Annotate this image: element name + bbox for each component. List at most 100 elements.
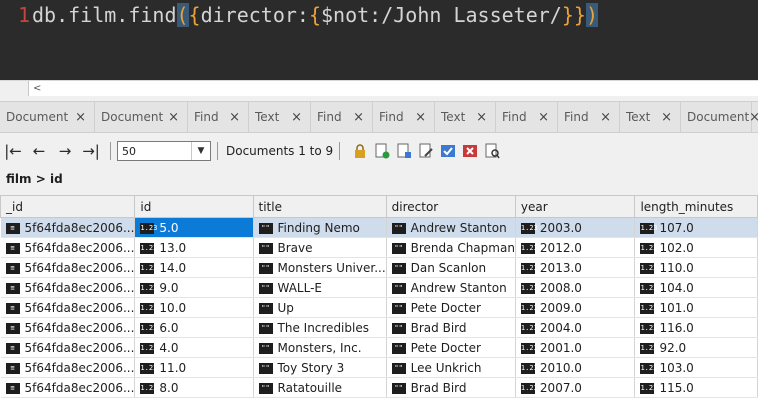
cell--id[interactable]: ≡ 5f64fda8ec2006...: [0, 357, 136, 378]
cell-year[interactable]: 1.23 2010.0: [515, 357, 636, 378]
tab-document[interactable]: Document ×: [681, 102, 758, 132]
discard-changes-icon[interactable]: [462, 143, 478, 159]
cell-year[interactable]: 1.23 2001.0: [515, 337, 636, 358]
close-icon[interactable]: ×: [415, 110, 426, 125]
table-row[interactable]: ≡ 5f64fda8ec2006... 1.23 13.0 "" Brave "" Brend…: [0, 237, 758, 258]
cell-title[interactable]: "" Monsters Univer...: [253, 257, 387, 278]
cell-director[interactable]: "" Brad Bird: [386, 377, 516, 398]
cell-director[interactable]: "" Pete Docter: [386, 337, 516, 358]
cell-year[interactable]: 1.23 2009.0: [515, 297, 636, 318]
close-icon[interactable]: ×: [476, 110, 487, 125]
cell-id[interactable]: 1.23 9.0: [134, 277, 254, 298]
cell-year[interactable]: 1.23 2004.0: [515, 317, 636, 338]
breadcrumb-field[interactable]: id: [50, 172, 63, 186]
next-page-button[interactable]: →: [52, 142, 78, 160]
add-document-icon[interactable]: [374, 143, 390, 159]
close-icon[interactable]: ×: [749, 110, 758, 125]
table-row[interactable]: ≡ 5f64fda8ec2006... 1.23 6.0 "" The Incredibl…: [0, 317, 758, 338]
close-icon[interactable]: ×: [661, 110, 672, 125]
column-header-title[interactable]: title: [252, 195, 387, 218]
cell-title[interactable]: "" Ratatouille: [253, 377, 387, 398]
cell--id[interactable]: ≡ 5f64fda8ec2006...: [0, 237, 136, 258]
page-size-select[interactable]: 50 ▼: [117, 141, 211, 161]
close-icon[interactable]: ×: [538, 110, 549, 125]
cell-director[interactable]: "" Brenda Chapman: [386, 237, 516, 258]
cell-id[interactable]: 1.23 14.0: [134, 257, 254, 278]
cell-id[interactable]: 1.23 11.0: [134, 357, 254, 378]
chevron-down-icon[interactable]: ▼: [191, 142, 210, 160]
column-header-length-minutes[interactable]: length_minutes: [634, 195, 758, 218]
table-row[interactable]: ≡ 5f64fda8ec2006... 1.23 5.0 "" Finding Nemo "…: [0, 217, 758, 238]
cell-title[interactable]: "" Monsters, Inc.: [253, 337, 387, 358]
cell-length-minutes[interactable]: 1.23 104.0: [634, 277, 758, 298]
cell--id[interactable]: ≡ 5f64fda8ec2006...: [0, 377, 136, 398]
cell-title[interactable]: "" Toy Story 3: [253, 357, 387, 378]
clone-document-icon[interactable]: [396, 143, 412, 159]
prev-page-button[interactable]: ←: [26, 142, 52, 160]
tab-find[interactable]: Find ×: [311, 102, 373, 132]
cell--id[interactable]: ≡ 5f64fda8ec2006...: [0, 337, 136, 358]
tab-text[interactable]: Text ×: [249, 102, 311, 132]
close-icon[interactable]: ×: [75, 110, 86, 125]
cell-title[interactable]: "" Up: [253, 297, 387, 318]
view-document-icon[interactable]: [484, 143, 500, 159]
table-row[interactable]: ≡ 5f64fda8ec2006... 1.23 11.0 "" Toy Story 3 "…: [0, 357, 758, 378]
cell-length-minutes[interactable]: 1.23 107.0: [634, 217, 758, 238]
close-icon[interactable]: ×: [229, 110, 240, 125]
table-row[interactable]: ≡ 5f64fda8ec2006... 1.23 10.0 "" Up "" Pete Doc…: [0, 297, 758, 318]
column-header-director[interactable]: director: [385, 195, 516, 218]
cell-year[interactable]: 1.23 2013.0: [515, 257, 636, 278]
cell-length-minutes[interactable]: 1.23 101.0: [634, 297, 758, 318]
cell-year[interactable]: 1.23 2003.0: [515, 217, 636, 238]
close-icon[interactable]: ×: [291, 110, 302, 125]
cell-director[interactable]: "" Lee Unkrich: [386, 357, 516, 378]
close-icon[interactable]: ×: [600, 110, 611, 125]
tab-find[interactable]: Find ×: [558, 102, 620, 132]
save-changes-icon[interactable]: [440, 143, 456, 159]
editor-horizontal-scrollbar[interactable]: <: [0, 80, 758, 96]
cell-length-minutes[interactable]: 1.23 103.0: [634, 357, 758, 378]
cell--id[interactable]: ≡ 5f64fda8ec2006...: [0, 257, 136, 278]
table-row[interactable]: ≡ 5f64fda8ec2006... 1.23 4.0 "" Monsters, Inc…: [0, 337, 758, 358]
cell-director[interactable]: "" Andrew Stanton: [386, 217, 516, 238]
tab-find[interactable]: Find ×: [188, 102, 249, 132]
tab-text[interactable]: Text ×: [435, 102, 496, 132]
cell-id[interactable]: 1.23 5.0: [134, 217, 254, 238]
scrollbar-track[interactable]: [28, 81, 758, 96]
tab-text[interactable]: Text ×: [620, 102, 681, 132]
cell-length-minutes[interactable]: 1.23 102.0: [634, 237, 758, 258]
cell-year[interactable]: 1.23 2008.0: [515, 277, 636, 298]
cell-id[interactable]: 1.23 10.0: [134, 297, 254, 318]
scroll-left-icon[interactable]: <: [33, 81, 41, 96]
cell-title[interactable]: "" Brave: [253, 237, 387, 258]
cell-title[interactable]: "" The Incredibles: [253, 317, 387, 338]
cell--id[interactable]: ≡ 5f64fda8ec2006...: [0, 297, 136, 318]
table-row[interactable]: ≡ 5f64fda8ec2006... 1.23 14.0 "" Monsters Uni…: [0, 257, 758, 278]
cell-length-minutes[interactable]: 1.23 110.0: [634, 257, 758, 278]
cell-title[interactable]: "" WALL-E: [253, 277, 387, 298]
cell-length-minutes[interactable]: 1.23 115.0: [634, 377, 758, 398]
cell-id[interactable]: 1.23 4.0: [134, 337, 254, 358]
cell-director[interactable]: "" Pete Docter: [386, 297, 516, 318]
cell--id[interactable]: ≡ 5f64fda8ec2006...: [0, 217, 136, 238]
cell-length-minutes[interactable]: 1.23 116.0: [634, 317, 758, 338]
column-header-year[interactable]: year: [514, 195, 636, 218]
cell-director[interactable]: "" Dan Scanlon: [386, 257, 516, 278]
column-header-id[interactable]: id: [134, 195, 254, 218]
tab-document[interactable]: Document ×: [95, 102, 188, 132]
last-page-button[interactable]: →|: [78, 142, 104, 160]
lock-icon[interactable]: [352, 143, 368, 159]
cell-length-minutes[interactable]: 1.23 92.0: [634, 337, 758, 358]
cell-year[interactable]: 1.23 2007.0: [515, 377, 636, 398]
close-icon[interactable]: ×: [353, 110, 364, 125]
cell-director[interactable]: "" Brad Bird: [386, 317, 516, 338]
cell-id[interactable]: 1.23 8.0: [134, 377, 254, 398]
table-row[interactable]: ≡ 5f64fda8ec2006... 1.23 8.0 "" Ratatouille ""…: [0, 377, 758, 398]
cell-title[interactable]: "" Finding Nemo: [253, 217, 387, 238]
cell--id[interactable]: ≡ 5f64fda8ec2006...: [0, 277, 136, 298]
cell-year[interactable]: 1.23 2012.0: [515, 237, 636, 258]
breadcrumb-collection[interactable]: film: [6, 172, 32, 186]
tab-find[interactable]: Find ×: [496, 102, 558, 132]
cell-id[interactable]: 1.23 13.0: [134, 237, 254, 258]
tab-document[interactable]: Document ×: [0, 102, 95, 132]
